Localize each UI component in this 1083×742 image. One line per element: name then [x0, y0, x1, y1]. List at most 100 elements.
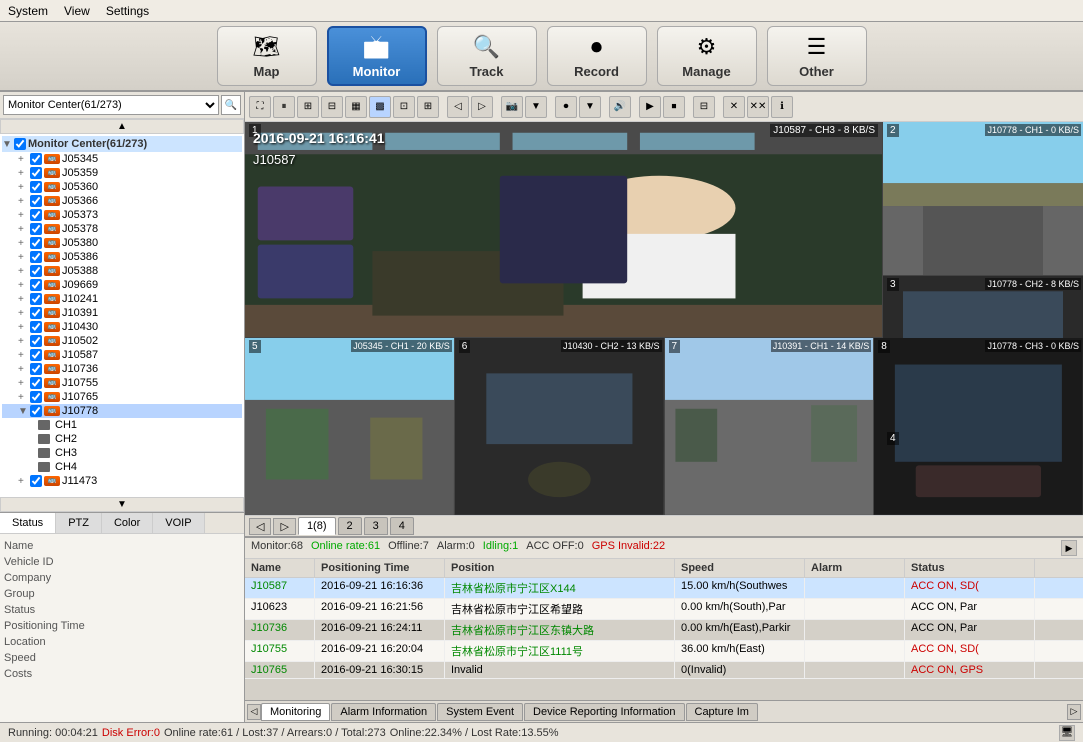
menu-view[interactable]: View [64, 4, 90, 18]
nav-other[interactable]: ☰ Other [767, 26, 867, 86]
tree-item-j05386[interactable]: + 🚌 J05386 [2, 250, 242, 264]
tree-item-j05360[interactable]: + 🚌 J05360 [2, 180, 242, 194]
nav-track[interactable]: 🔍 Track [437, 26, 537, 86]
tree-child-ch2[interactable]: CH2 [2, 432, 242, 446]
tb-dropdown2[interactable]: ▼ [579, 96, 601, 118]
table-scroll-right[interactable]: ▶ [1061, 540, 1077, 556]
tree-item-j10736[interactable]: + 🚌 J10736 [2, 362, 242, 376]
item-checkbox[interactable] [30, 363, 42, 375]
page-tab-1[interactable]: 1(8) [298, 517, 336, 535]
item-checkbox[interactable] [30, 195, 42, 207]
table-row[interactable]: J10587 2016-09-21 16:16:36 吉林省松原市宁江区X144… [245, 578, 1083, 599]
tb-grid9[interactable]: ⊡ [393, 96, 415, 118]
tb-pause[interactable]: ⏸ [273, 96, 295, 118]
item-checkbox[interactable] [30, 335, 42, 347]
tree-item-j10430[interactable]: + 🚌 J10430 [2, 320, 242, 334]
item-checkbox[interactable] [30, 405, 42, 417]
tree-item-j09669[interactable]: + 🚌 J09669 [2, 278, 242, 292]
btab-scroll-left[interactable]: ◁ [247, 704, 261, 720]
item-checkbox[interactable] [30, 251, 42, 263]
tb-prev[interactable]: ◁ [447, 96, 469, 118]
btab-system-event[interactable]: System Event [437, 703, 523, 721]
btab-capture[interactable]: Capture Im [686, 703, 758, 721]
tree-root[interactable]: ▼ Monitor Center(61/273) [2, 136, 242, 152]
tree-item-j11473[interactable]: + 🚌 J11473 [2, 474, 242, 488]
video-side-1[interactable]: 2 J10778 - CH1 - 0 KB/S [883, 122, 1083, 276]
item-checkbox[interactable] [30, 321, 42, 333]
page-tab-3[interactable]: 3 [364, 517, 388, 535]
video-small-7[interactable]: 7 J10391 - CH1 - 14 KB/S [665, 338, 875, 515]
tree-item-j10587[interactable]: + 🚌 J10587 [2, 348, 242, 362]
tree-scroll-up[interactable]: ▲ [0, 119, 244, 134]
tree-item-j05388[interactable]: + 🚌 J05388 [2, 264, 242, 278]
tree-item-j10241[interactable]: + 🚌 J10241 [2, 292, 242, 306]
tree-search-button[interactable]: 🔍 [221, 95, 241, 115]
item-checkbox[interactable] [30, 237, 42, 249]
table-row[interactable]: J10736 2016-09-21 16:24:11 吉林省松原市宁江区东镇大路… [245, 620, 1083, 641]
tb-play[interactable]: ▶ [639, 96, 661, 118]
tb-grid8[interactable]: ▩ [369, 96, 391, 118]
item-checkbox[interactable] [30, 293, 42, 305]
nav-manage[interactable]: ⚙ Manage [657, 26, 757, 86]
table-row[interactable]: J10623 2016-09-21 16:21:56 吉林省松原市宁江区希望路 … [245, 599, 1083, 620]
video-small-5[interactable]: 5 J05345 - CH1 - 20 KB/S [245, 338, 455, 515]
video-small-6[interactable]: 6 J10430 - CH2 - 13 KB/S [455, 338, 665, 515]
root-checkbox[interactable] [14, 138, 26, 150]
tb-fullscreen[interactable]: ⛶ [249, 96, 271, 118]
page-tab-2[interactable]: 2 [338, 517, 362, 535]
tab-status[interactable]: Status [0, 513, 56, 533]
tb-next[interactable]: ▷ [471, 96, 493, 118]
item-checkbox[interactable] [30, 167, 42, 179]
tree-item-j10502[interactable]: + 🚌 J10502 [2, 334, 242, 348]
tree-item-j05380[interactable]: + 🚌 J05380 [2, 236, 242, 250]
btab-alarm[interactable]: Alarm Information [331, 703, 436, 721]
tb-grid16[interactable]: ⊞ [417, 96, 439, 118]
tree-item-j05359[interactable]: + 🚌 J05359 [2, 166, 242, 180]
tab-color[interactable]: Color [102, 513, 153, 533]
item-checkbox[interactable] [30, 153, 42, 165]
tb-grid6[interactable]: ▦ [345, 96, 367, 118]
tree-scroll-down[interactable]: ▼ [0, 497, 244, 512]
tb-stop[interactable]: ⏹ [663, 96, 685, 118]
tree-dropdown[interactable]: Monitor Center(61/273) [3, 95, 219, 115]
item-checkbox[interactable] [30, 279, 42, 291]
page-next[interactable]: ▷ [273, 518, 295, 535]
item-checkbox[interactable] [30, 265, 42, 277]
tree-item-j10778[interactable]: ▼ 🚌 J10778 [2, 404, 242, 418]
page-prev[interactable]: ◁ [249, 518, 271, 535]
item-checkbox[interactable] [30, 181, 42, 193]
item-checkbox[interactable] [30, 349, 42, 361]
tb-sound[interactable]: 🔊 [609, 96, 631, 118]
tb-grid4[interactable]: ⊟ [321, 96, 343, 118]
tb-close2[interactable]: ✕✕ [747, 96, 769, 118]
menu-settings[interactable]: Settings [106, 4, 149, 18]
nav-record[interactable]: ⏺ Record [547, 26, 647, 86]
tb-info[interactable]: ℹ [771, 96, 793, 118]
tree-item-j05378[interactable]: + 🚌 J05378 [2, 222, 242, 236]
video-main[interactable]: 1 2016-09-21 16:16:41 J10587 J10587 - CH… [245, 122, 883, 337]
tb-grid1[interactable]: ⊞ [297, 96, 319, 118]
menu-system[interactable]: System [8, 4, 48, 18]
tb-record-btn[interactable]: ⏺ [555, 96, 577, 118]
tree-item-j10765[interactable]: + 🚌 J10765 [2, 390, 242, 404]
item-checkbox[interactable] [30, 377, 42, 389]
item-checkbox[interactable] [30, 475, 42, 487]
tree-child-ch3[interactable]: CH3 [2, 446, 242, 460]
tb-layout[interactable]: ⊟ [693, 96, 715, 118]
tree-item-j05366[interactable]: + 🚌 J05366 [2, 194, 242, 208]
tb-dropdown1[interactable]: ▼ [525, 96, 547, 118]
tab-ptz[interactable]: PTZ [56, 513, 102, 533]
item-checkbox[interactable] [30, 223, 42, 235]
tree-child-ch4[interactable]: CH4 [2, 460, 242, 474]
tab-voip[interactable]: VOIP [153, 513, 204, 533]
nav-monitor[interactable]: 📺 Monitor [327, 26, 427, 86]
nav-map[interactable]: 🗺 Map [217, 26, 317, 86]
tree-child-ch1[interactable]: CH1 [2, 418, 242, 432]
tb-camera[interactable]: 📷 [501, 96, 523, 118]
item-checkbox[interactable] [30, 307, 42, 319]
tree-item-j10391[interactable]: + 🚌 J10391 [2, 306, 242, 320]
video-small-8[interactable]: 8 J10778 - CH3 - 0 KB/S [874, 338, 1083, 515]
table-row[interactable]: J10765 2016-09-21 16:30:15 Invalid 0(Inv… [245, 662, 1083, 679]
table-row[interactable]: J10755 2016-09-21 16:20:04 吉林省松原市宁江区1111… [245, 641, 1083, 662]
tb-close1[interactable]: ✕ [723, 96, 745, 118]
